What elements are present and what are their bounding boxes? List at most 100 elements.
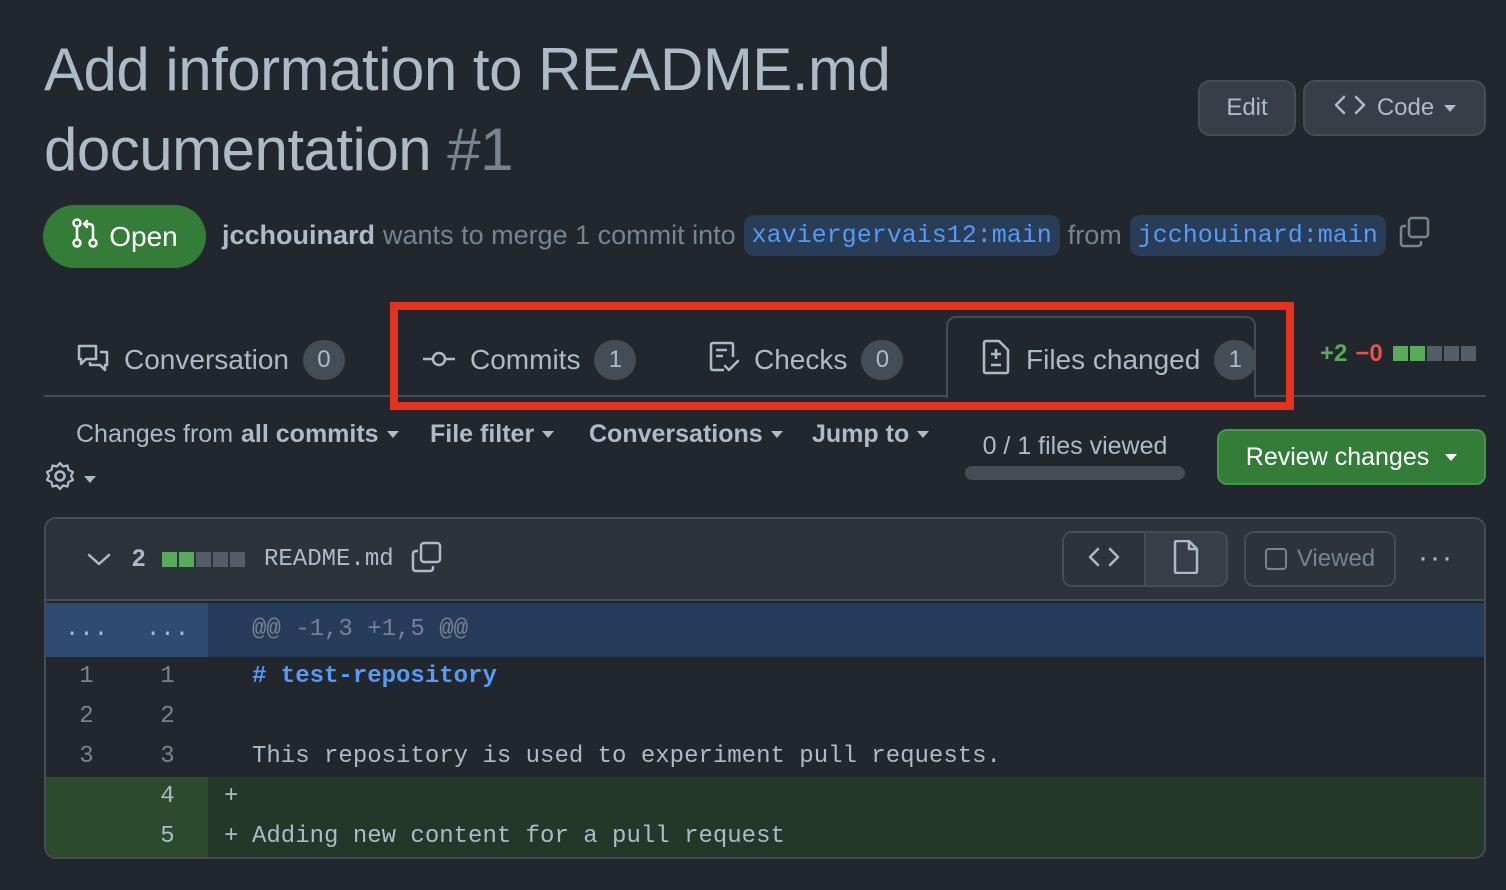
edit-button[interactable]: Edit (1198, 80, 1296, 136)
base-branch[interactable]: xaviergervais12:main (743, 215, 1060, 256)
diff-line: 1 1 # test-repository (46, 657, 1484, 697)
hunk-expand-new[interactable]: ... (127, 603, 208, 657)
chevron-down-icon (770, 431, 783, 438)
file-diff-icon (980, 339, 1012, 382)
tab-conversation-label: Conversation (124, 344, 289, 375)
author-link[interactable]: jcchouinard (222, 220, 375, 251)
pr-title-line-1: Add information to README.md (44, 36, 891, 103)
jump-to-dropdown[interactable]: Jump to (812, 420, 930, 449)
pr-state-badge: Open (43, 205, 206, 268)
merge-text: wants to merge 1 commit into (383, 220, 736, 250)
diff-marker (224, 657, 252, 697)
new-line-number[interactable]: 3 (127, 737, 208, 777)
git-commit-icon (422, 344, 456, 376)
tab-checks[interactable]: Checks 0 (708, 325, 904, 395)
files-viewed-text: 0 / 1 files viewed (982, 432, 1168, 460)
hunk-expand-old[interactable]: ... (46, 603, 127, 657)
pr-state-label: Open (109, 220, 178, 252)
changes-from-value: all commits (241, 420, 379, 448)
diff-line-code: + (208, 777, 1484, 817)
file-name[interactable]: README.md (264, 546, 394, 573)
chevron-down-icon[interactable] (86, 549, 112, 574)
code-button-label: Code (1376, 94, 1435, 121)
git-pull-request-icon (71, 218, 99, 255)
pr-title-line-2: documentation (44, 116, 432, 183)
pr-title: Add information to README.md documentati… (44, 30, 1044, 190)
gear-icon (44, 460, 76, 499)
diff-line-text: # test-repository (252, 663, 497, 690)
code-icon (1087, 545, 1121, 574)
changes-from-prefix: Changes from (76, 420, 234, 448)
tabs-divider (44, 395, 1486, 397)
viewed-label: Viewed (1296, 545, 1376, 572)
chevron-down-icon (1445, 453, 1458, 461)
conversations-dropdown[interactable]: Conversations (589, 420, 783, 449)
diff-line-code: + Adding new content for a pull request (208, 817, 1484, 857)
code-button[interactable]: Code (1303, 80, 1486, 136)
file-filter-dropdown[interactable]: File filter (430, 420, 555, 449)
chevron-down-icon (1444, 104, 1457, 112)
review-changes-button[interactable]: Review changes (1217, 429, 1486, 485)
files-viewed-progress (965, 466, 1185, 480)
old-line-number (46, 777, 127, 817)
tab-commits[interactable]: Commits 1 (422, 325, 637, 395)
rich-view-button[interactable] (1146, 533, 1226, 585)
tab-conversation-count: 0 (302, 340, 345, 380)
diff-line-text: This repository is used to experiment pu… (252, 743, 1001, 770)
file-diffstat-blocks (162, 552, 247, 572)
file-header: 2 README.md Viewed ··· (46, 519, 1484, 601)
file-diff-container: 2 README.md Viewed ··· ... ... @@ -1,3 +… (44, 517, 1486, 859)
copy-icon[interactable] (1398, 215, 1432, 256)
review-changes-label: Review changes (1245, 442, 1430, 471)
chevron-down-icon (386, 431, 399, 438)
diff-line-added: 5 + Adding new content for a pull request (46, 817, 1484, 857)
file-filter-label: File filter (430, 420, 535, 448)
viewed-checkbox[interactable]: Viewed (1244, 531, 1396, 587)
view-toggle-group (1062, 531, 1228, 587)
tab-conversation[interactable]: Conversation 0 (76, 325, 345, 395)
merge-summary: jcchouinard wants to merge 1 commit into… (222, 215, 1432, 256)
tab-files-changed-label: Files changed (1026, 344, 1201, 375)
diff-marker (224, 737, 252, 777)
diff-line-text: Adding new content for a pull request (252, 823, 785, 850)
diffstat-additions: +2 (1320, 340, 1348, 367)
old-line-number (46, 817, 127, 857)
new-line-number[interactable]: 1 (127, 657, 208, 697)
old-line-number[interactable]: 1 (46, 657, 127, 697)
diff-line-code: # test-repository (208, 657, 1484, 697)
copy-icon[interactable] (410, 540, 444, 579)
tab-checks-label: Checks (754, 344, 848, 375)
new-line-number[interactable]: 2 (127, 697, 208, 737)
file-icon (1172, 539, 1200, 579)
diff-hunk-header: ... ... @@ -1,3 +1,5 @@ (46, 603, 1484, 657)
checklist-icon (708, 340, 740, 381)
diff-marker: + (224, 823, 239, 850)
old-line-number[interactable]: 2 (46, 697, 127, 737)
pr-number: #1 (447, 116, 514, 183)
diff-settings-button[interactable] (44, 460, 96, 499)
diff-line-code: This repository is used to experiment pu… (208, 737, 1484, 777)
tab-commits-label: Commits (470, 344, 581, 375)
kebab-menu-icon[interactable]: ··· (1418, 541, 1454, 575)
new-line-number[interactable]: 4 (127, 777, 208, 817)
edit-button-label: Edit (1226, 94, 1268, 121)
new-line-number[interactable]: 5 (127, 817, 208, 857)
head-branch[interactable]: jcchouinard:main (1129, 215, 1386, 256)
tab-files-changed[interactable]: Files changed 1 (980, 325, 1257, 395)
tab-checks-count: 0 (861, 340, 904, 380)
diff-marker: + (224, 783, 239, 810)
file-changes-count: 2 (132, 545, 146, 572)
diff-marker (224, 697, 252, 737)
diffstat-deletions: −0 (1355, 340, 1383, 367)
checkbox-box[interactable] (1264, 548, 1287, 570)
chevron-down-icon (542, 431, 555, 438)
chevron-down-icon (917, 431, 930, 438)
chevron-down-icon (84, 476, 96, 483)
conversations-label: Conversations (589, 420, 763, 448)
old-line-number[interactable]: 3 (46, 737, 127, 777)
tab-files-changed-count: 1 (1214, 340, 1257, 380)
source-view-button[interactable] (1064, 533, 1146, 585)
changes-from-dropdown[interactable]: Changes from all commits (76, 420, 399, 449)
diffstat-blocks (1392, 340, 1478, 368)
diff-line: 3 3 This repository is used to experimen… (46, 737, 1484, 777)
